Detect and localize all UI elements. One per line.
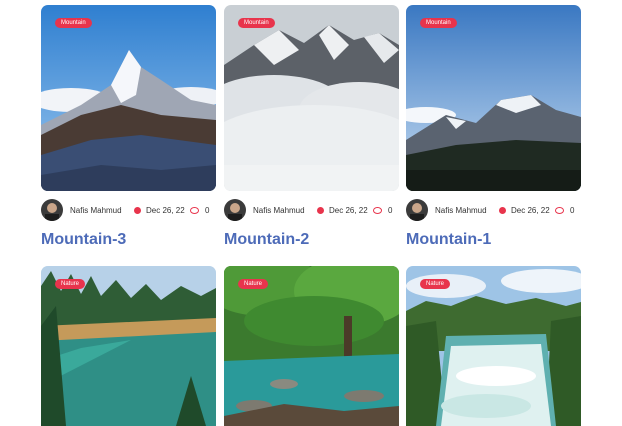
category-badge[interactable]: Nature	[420, 279, 451, 289]
comment-count: 0	[570, 205, 575, 215]
post-date: Dec 26, 22	[146, 205, 185, 215]
comment-count: 0	[388, 205, 393, 215]
comment-icon	[555, 206, 564, 214]
category-badge[interactable]: Mountain	[420, 18, 457, 28]
comment-count: 0	[205, 205, 210, 215]
post-card[interactable]: Mountain Nafis Mahmud Dec 26, 22 0 Mount…	[224, 5, 399, 249]
comment-icon	[190, 206, 199, 214]
calendar-icon	[499, 206, 506, 214]
post-meta: Nafis Mahmud Dec 26, 22 0	[224, 199, 399, 221]
post-image[interactable]: Nature	[41, 266, 216, 426]
category-badge[interactable]: Mountain	[55, 18, 92, 28]
category-badge[interactable]: Nature	[55, 279, 86, 289]
post-image[interactable]: Mountain	[224, 5, 399, 191]
post-meta: Nafis Mahmud Dec 26, 22 0	[406, 199, 581, 221]
post-card[interactable]: Nature	[224, 266, 399, 426]
post-date: Dec 26, 22	[511, 205, 550, 215]
author-name[interactable]: Nafis Mahmud	[253, 206, 311, 215]
category-badge[interactable]: Mountain	[238, 18, 275, 28]
calendar-icon	[134, 206, 141, 214]
avatar	[224, 199, 246, 221]
avatar	[41, 199, 63, 221]
post-image[interactable]: Nature	[406, 266, 581, 426]
post-meta: Nafis Mahmud Dec 26, 22 0	[41, 199, 216, 221]
author-name[interactable]: Nafis Mahmud	[435, 206, 493, 215]
post-title[interactable]: Mountain-1	[406, 231, 581, 249]
post-image[interactable]: Mountain	[406, 5, 581, 191]
post-image[interactable]: Mountain	[41, 5, 216, 191]
post-card[interactable]: Nature	[406, 266, 581, 426]
post-title[interactable]: Mountain-3	[41, 231, 216, 249]
comment-icon	[373, 206, 382, 214]
post-title[interactable]: Mountain-2	[224, 231, 399, 249]
calendar-icon	[317, 206, 324, 214]
post-date: Dec 26, 22	[329, 205, 368, 215]
author-name[interactable]: Nafis Mahmud	[70, 206, 128, 215]
post-image[interactable]: Nature	[224, 266, 399, 426]
category-badge[interactable]: Nature	[238, 279, 269, 289]
avatar	[406, 199, 428, 221]
post-card[interactable]: Mountain Nafis Mahmud Dec 26, 22 0 Mount…	[41, 5, 216, 249]
post-card[interactable]: Nature	[41, 266, 216, 426]
post-card[interactable]: Mountain Nafis Mahmud Dec 26, 22 0 Mount…	[406, 5, 581, 249]
